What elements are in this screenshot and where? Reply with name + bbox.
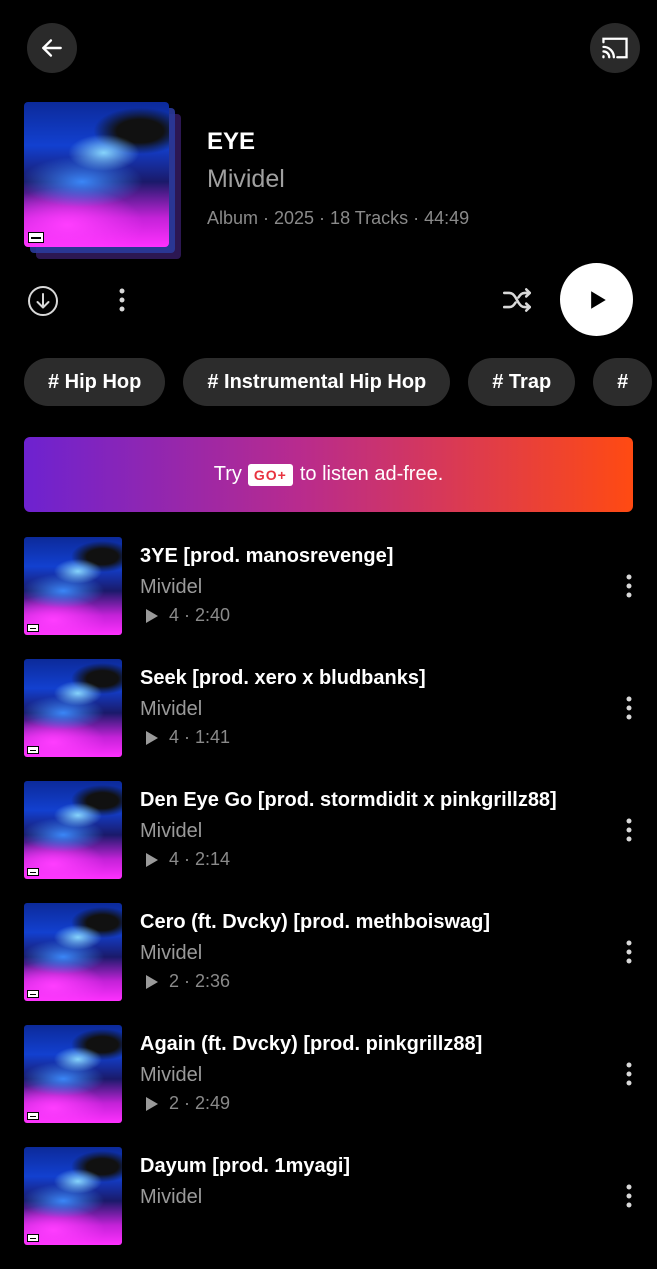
banner-suffix: to listen ad-free. [299, 463, 444, 485]
track-row[interactable]: Cero (ft. Dvcky) [prod. methboiswag] Miv… [0, 903, 657, 1025]
banner-prefix: Try [213, 463, 242, 485]
arrow-left-icon [42, 39, 62, 57]
more-vertical-icon [119, 288, 125, 312]
album-cover [24, 102, 184, 262]
tag-trap[interactable]: # Trap [468, 358, 576, 406]
track-title: Again (ft. Dvcky) [prod. pinkgrillz88] [140, 1033, 483, 1055]
track-artist: Mividel [140, 1064, 203, 1086]
track-art [24, 781, 122, 879]
track-row[interactable]: Seek [prod. xero x bludbanks] Mividel 4 … [0, 659, 657, 781]
play-count-icon [146, 1096, 158, 1111]
genre-tags: # Hip Hop # Instrumental Hip Hop # Trap … [24, 358, 653, 406]
parental-advisory-icon [27, 990, 39, 998]
more-vertical-icon [626, 1184, 632, 1208]
track-title: Seek [prod. xero x bludbanks] [140, 667, 426, 689]
more-vertical-icon [626, 818, 632, 842]
album-art [24, 102, 169, 247]
cast-icon [602, 37, 628, 59]
track-artist: Mividel [140, 576, 203, 598]
track-art [24, 659, 122, 757]
play-album-button[interactable] [560, 263, 633, 336]
track-stats: 2 · 2:36 [145, 971, 230, 992]
track-stats: 2 · 2:49 [145, 1093, 230, 1114]
album-title: EYE [207, 128, 256, 155]
album-artist[interactable]: Mividel [207, 165, 285, 194]
track-row[interactable]: Dayum [prod. 1myagi] Mividel [0, 1147, 657, 1269]
album-meta: Album · 2025 · 18 Tracks · 44:49 [207, 208, 470, 228]
track-more-button[interactable] [618, 938, 640, 966]
play-count-icon [146, 974, 158, 989]
track-more-button[interactable] [618, 1060, 640, 1088]
track-row[interactable]: 3YE [prod. manosrevenge] Mividel 4 · 2:4… [0, 537, 657, 659]
album-more-button[interactable] [108, 285, 136, 315]
track-stats: 4 · 1:41 [145, 727, 230, 748]
track-more-button[interactable] [618, 816, 640, 844]
more-vertical-icon [626, 940, 632, 964]
tag-more[interactable]: # [593, 358, 653, 406]
back-button[interactable] [27, 23, 77, 73]
play-count-icon [146, 730, 158, 745]
track-title: Den Eye Go [prod. stormdidit x pinkgrill… [140, 789, 557, 811]
go-plus-banner[interactable]: Try GO+ to listen ad-free. [24, 437, 633, 512]
track-title: Dayum [prod. 1myagi] [140, 1155, 351, 1177]
tag-hip-hop[interactable]: # Hip Hop [24, 358, 166, 406]
track-row[interactable]: Again (ft. Dvcky) [prod. pinkgrillz88] M… [0, 1025, 657, 1147]
more-vertical-icon [626, 1062, 632, 1086]
parental-advisory-icon [27, 624, 39, 632]
parental-advisory-icon [27, 868, 39, 876]
parental-advisory-icon [27, 1234, 39, 1242]
download-icon [28, 286, 58, 316]
track-stats: 4 · 2:40 [145, 605, 230, 626]
tag-instrumental-hip-hop[interactable]: # Instrumental Hip Hop [183, 358, 451, 406]
more-vertical-icon [626, 696, 632, 720]
track-list: 3YE [prod. manosrevenge] Mividel 4 · 2:4… [0, 537, 657, 1269]
track-stats: 4 · 2:14 [145, 849, 230, 870]
go-plus-badge: GO+ [247, 463, 293, 486]
shuffle-button[interactable] [500, 283, 534, 322]
play-icon [590, 290, 606, 309]
download-button[interactable] [27, 285, 59, 322]
track-art [24, 1147, 122, 1245]
track-artist: Mividel [140, 942, 203, 964]
more-vertical-icon [626, 574, 632, 598]
track-art [24, 903, 122, 1001]
track-more-button[interactable] [618, 572, 640, 600]
track-stats-text: 2 · 2:36 [169, 971, 231, 991]
track-stats-text: 4 · 1:41 [169, 727, 231, 747]
track-more-button[interactable] [618, 694, 640, 722]
play-count-icon [146, 852, 158, 867]
track-stats-text: 4 · 2:40 [169, 605, 231, 625]
track-title: 3YE [prod. manosrevenge] [140, 545, 394, 567]
track-stats-text: 4 · 2:14 [169, 849, 231, 869]
track-stats-text: 2 · 2:49 [169, 1093, 231, 1113]
track-more-button[interactable] [618, 1182, 640, 1210]
parental-advisory-icon [27, 746, 39, 754]
track-artist: Mividel [140, 698, 203, 720]
track-artist: Mividel [140, 1186, 203, 1208]
parental-advisory-icon [28, 232, 44, 243]
parental-advisory-icon [27, 1112, 39, 1120]
track-artist: Mividel [140, 820, 203, 842]
track-title: Cero (ft. Dvcky) [prod. methboiswag] [140, 911, 491, 933]
play-count-icon [146, 608, 158, 623]
track-row[interactable]: Den Eye Go [prod. stormdidit x pinkgrill… [0, 781, 657, 903]
track-art [24, 1025, 122, 1123]
cast-button[interactable] [590, 23, 640, 73]
shuffle-icon [502, 288, 532, 312]
track-art [24, 537, 122, 635]
